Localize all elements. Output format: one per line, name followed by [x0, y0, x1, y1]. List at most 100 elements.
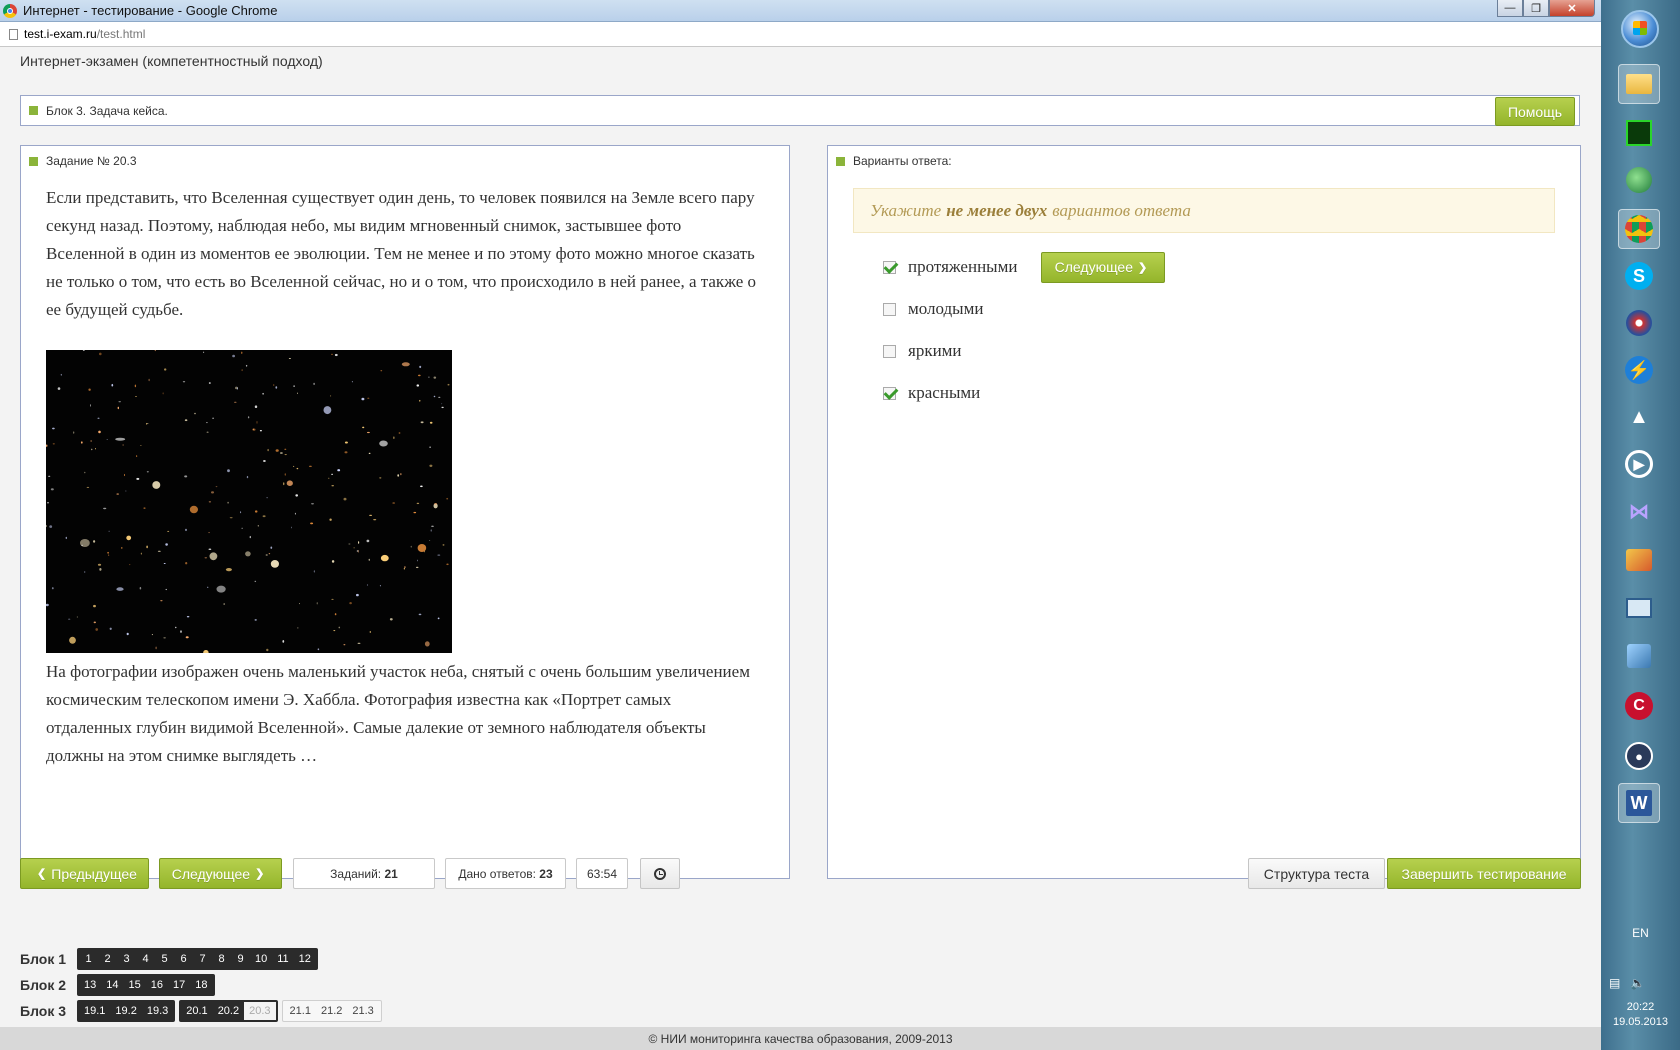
answer-option[interactable]: красными: [883, 372, 1165, 414]
windows-taskbar: S ⚡ ▲ ▶ ⋈ C ● W EN ▤ 🔈 20:22 19.05.2013: [1601, 0, 1680, 1050]
window-title: Интернет - тестирование - Google Chrome: [23, 3, 278, 18]
chrome-taskbar-icon[interactable]: [1618, 209, 1660, 249]
system-tray: ▤ 🔈: [1609, 976, 1645, 990]
answer-checkbox[interactable]: [883, 344, 896, 358]
question-group: 13 14 15 16 17 18: [77, 974, 215, 996]
question-link[interactable]: 21.1: [285, 1002, 316, 1020]
timer: 63:54: [576, 858, 628, 889]
answer-checkbox[interactable]: [883, 260, 896, 274]
start-button[interactable]: [1621, 10, 1659, 48]
question-link[interactable]: 12: [294, 950, 316, 968]
chevron-right-icon: ❯: [255, 868, 265, 880]
volume-tray-icon[interactable]: 🔈: [1630, 976, 1645, 990]
network-globe-icon[interactable]: [1618, 160, 1660, 200]
nav-row-block-3: Блок 3 19.1 19.2 19.3 20.1 20.2 20.3 21.…: [20, 998, 386, 1024]
timer-toggle-button[interactable]: [640, 858, 680, 889]
skype-icon[interactable]: S: [1618, 256, 1660, 296]
task-title: Задание № 20.3: [46, 154, 137, 168]
maximize-button[interactable]: ❐: [1523, 0, 1549, 17]
question-group: 19.1 19.2 19.3: [77, 1000, 176, 1022]
answer-label[interactable]: красными: [908, 383, 980, 403]
question-link[interactable]: 13: [79, 976, 101, 994]
question-link[interactable]: 3: [117, 950, 136, 968]
question-link[interactable]: 1: [79, 950, 98, 968]
help-button[interactable]: Помощь: [1495, 97, 1575, 126]
next-inline-label: Следующее: [1054, 259, 1134, 275]
answer-label[interactable]: протяженными: [908, 257, 1017, 277]
disc-app-icon[interactable]: [1618, 303, 1660, 343]
question-link[interactable]: 19.3: [142, 1002, 173, 1020]
next-inline-button[interactable]: Следующее ❯: [1041, 251, 1166, 283]
media-player-icon[interactable]: ▶: [1618, 444, 1660, 484]
question-link[interactable]: 11: [272, 950, 293, 968]
block-title: Блок 3. Задача кейса.: [46, 103, 168, 118]
question-link[interactable]: 2: [98, 950, 117, 968]
ccleaner-icon[interactable]: C: [1618, 686, 1660, 726]
chevron-right-icon: ❯: [1138, 261, 1148, 274]
question-link[interactable]: 21.2: [316, 1002, 347, 1020]
question-link[interactable]: 18: [190, 976, 212, 994]
answer-option[interactable]: протяженными Следующее ❯: [883, 246, 1166, 288]
settings-tools-icon[interactable]: [1618, 636, 1660, 676]
prev-button[interactable]: ❮ Предыдущее: [20, 858, 149, 889]
question-link[interactable]: 14: [101, 976, 123, 994]
question-link[interactable]: 8: [212, 950, 231, 968]
lock-app-icon[interactable]: ●: [1618, 736, 1660, 776]
question-link[interactable]: 4: [136, 950, 155, 968]
answer-label[interactable]: молодыми: [908, 299, 983, 319]
question-link[interactable]: 17: [168, 976, 190, 994]
question-link[interactable]: 15: [124, 976, 146, 994]
tasks-count-value: 21: [384, 866, 398, 881]
address-bar[interactable]: test.i-exam.ru/test.html: [0, 22, 1601, 47]
network-tray-icon[interactable]: ▤: [1609, 976, 1620, 990]
matrix-app-icon[interactable]: [1618, 113, 1660, 153]
question-link[interactable]: 10: [250, 950, 272, 968]
answer-option[interactable]: молодыми: [883, 288, 1165, 330]
answer-label[interactable]: яркими: [908, 341, 962, 361]
question-link[interactable]: 21.3: [347, 1002, 378, 1020]
hint-bold: не менее двух: [946, 200, 1048, 220]
explorer-icon[interactable]: [1618, 64, 1660, 104]
answer-checkbox[interactable]: [883, 302, 896, 316]
question-link[interactable]: 19.2: [110, 1002, 141, 1020]
bullet-square-icon: [29, 106, 38, 115]
next-button[interactable]: Следующее ❯: [159, 858, 282, 889]
next-label: Следующее: [171, 865, 251, 882]
question-link[interactable]: 6: [174, 950, 193, 968]
question-link[interactable]: 19.1: [79, 1002, 110, 1020]
minimize-button[interactable]: —: [1497, 0, 1523, 17]
question-link[interactable]: 20.1: [181, 1002, 212, 1020]
answered-count-label: Дано ответов:: [458, 866, 536, 881]
question-group: 21.1 21.2 21.3: [281, 1000, 382, 1022]
word-icon[interactable]: W: [1618, 783, 1660, 823]
task-text-intro: Если представить, что Вселенная существу…: [46, 188, 757, 319]
clock-date: 19.05.2013: [1612, 1016, 1669, 1028]
taskbar-clock[interactable]: 20:22 19.05.2013: [1601, 1000, 1680, 1030]
question-link[interactable]: 9: [231, 950, 250, 968]
answered-count-value: 23: [539, 866, 553, 881]
question-link-current[interactable]: 20.3: [244, 1002, 276, 1020]
window-controls: — ❐ ✕: [1497, 0, 1595, 17]
block-bar: Блок 3. Задача кейса. Помощь: [20, 95, 1580, 126]
test-structure-button[interactable]: Структура теста: [1248, 858, 1385, 889]
finish-test-button[interactable]: Завершить тестирование: [1387, 858, 1581, 889]
lightning-app-icon[interactable]: ⚡: [1618, 350, 1660, 390]
question-link[interactable]: 16: [146, 976, 168, 994]
cat-app-icon[interactable]: ▲: [1618, 397, 1660, 437]
question-link[interactable]: 5: [155, 950, 174, 968]
prev-label: Предыдущее: [51, 865, 137, 882]
visual-studio-icon[interactable]: ⋈: [1618, 491, 1660, 531]
question-link[interactable]: 7: [193, 950, 212, 968]
question-link[interactable]: 20.2: [213, 1002, 244, 1020]
answers-panel: Варианты ответа: Укажите не менее двух в…: [827, 145, 1581, 879]
window-titlebar: Интернет - тестирование - Google Chrome …: [0, 0, 1601, 22]
hint-post: вариантов ответа: [1052, 200, 1191, 220]
hint-box: Укажите не менее двух вариантов ответа: [853, 188, 1555, 233]
language-indicator[interactable]: EN: [1601, 926, 1680, 940]
answer-checkbox[interactable]: [883, 386, 896, 400]
url-host: test.i-exam.ru: [24, 27, 97, 41]
remote-desktop-icon[interactable]: [1618, 588, 1660, 628]
tools-app-icon[interactable]: [1618, 540, 1660, 580]
close-button[interactable]: ✕: [1549, 0, 1595, 17]
answer-option[interactable]: яркими: [883, 330, 1165, 372]
